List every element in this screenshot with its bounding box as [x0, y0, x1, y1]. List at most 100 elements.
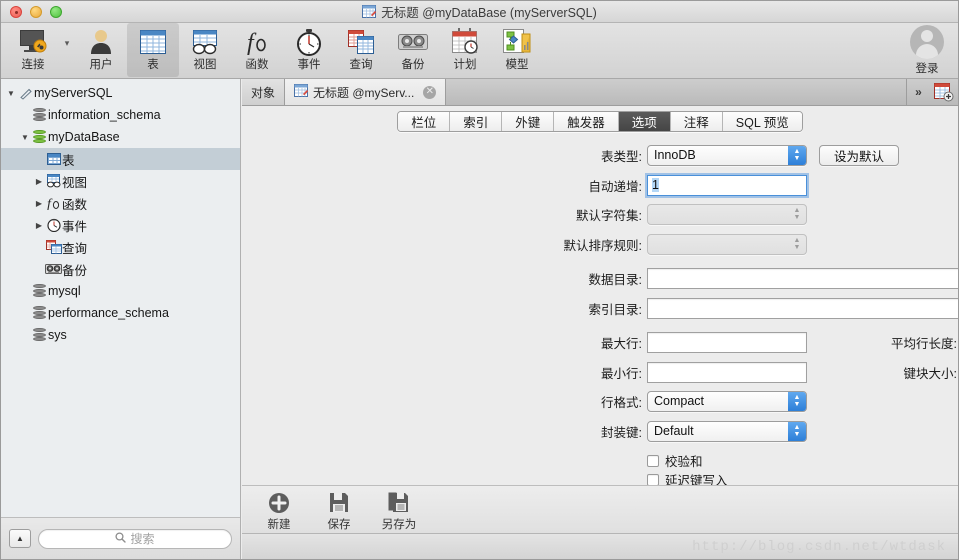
- sidebar: ▼ myServerSQL information_schema ▼ myDataBas…: [1, 79, 241, 559]
- tree-item[interactable]: ▼ myDataBase: [1, 126, 240, 148]
- designer-tab-5[interactable]: 注释: [670, 111, 723, 131]
- designer-tab-6[interactable]: SQL 预览: [722, 111, 802, 131]
- toolbar-label-function: 函数: [245, 59, 269, 71]
- min-rows-input[interactable]: [647, 361, 807, 383]
- designer-tab-4[interactable]: 选项: [618, 111, 671, 131]
- tree-item[interactable]: sys: [1, 324, 240, 346]
- toolbar-label-user: 用户: [89, 59, 113, 71]
- tree-item[interactable]: ▶ 视图: [1, 170, 240, 192]
- tree-item-label: 备份: [62, 263, 88, 278]
- toolbar-item-table[interactable]: 表: [127, 23, 179, 77]
- field-row-row-format: 行格式: Compact ▲ ▼: [242, 390, 807, 412]
- save-as-button[interactable]: 另存为: [376, 490, 422, 532]
- checksum-checkbox-row[interactable]: 校验和: [647, 451, 703, 470]
- row-format-value: Compact: [654, 394, 705, 408]
- segmented-control[interactable]: 栏位 索引 外键 触发器 选项 注释 SQL 预览: [397, 110, 803, 132]
- toolbar-label-view: 视图: [193, 59, 217, 71]
- designer-tabs: 栏位 索引 外键 触发器 选项 注释 SQL 预览: [242, 106, 958, 136]
- auto-increment-input[interactable]: 1: [647, 174, 807, 196]
- avatar-icon: [910, 25, 944, 59]
- toolbar-item-schedule[interactable]: 计划: [439, 23, 491, 77]
- checksum-checkbox[interactable]: [647, 454, 659, 467]
- tab-objects[interactable]: 对象: [242, 79, 286, 105]
- designer-tab-2[interactable]: 外键: [502, 111, 555, 131]
- save-button[interactable]: 保存: [316, 490, 362, 532]
- search-input[interactable]: 搜索: [38, 528, 232, 549]
- delay-key-write-checkbox[interactable]: [647, 473, 659, 486]
- tab-table-designer[interactable]: 无标题 @myServ... ✕: [285, 79, 447, 105]
- max-rows-input[interactable]: [647, 331, 807, 353]
- tab-table-designer-label: 无标题 @myServ...: [313, 85, 415, 100]
- collapse-icon[interactable]: ▲: [9, 529, 31, 548]
- toolbar-label-query: 查询: [349, 59, 373, 71]
- tree-item-label: 表: [62, 153, 75, 168]
- new-table-icon[interactable]: [930, 79, 958, 105]
- chevron-down-icon[interactable]: ▼: [19, 133, 31, 142]
- toolbar-item-user[interactable]: 用户: [75, 23, 127, 77]
- tree-item[interactable]: ▼ myServerSQL: [1, 82, 240, 104]
- tree-item[interactable]: performance_schema: [1, 302, 240, 324]
- backup-icon: [397, 26, 429, 58]
- designer-tab-0[interactable]: 栏位: [398, 111, 451, 131]
- table-doc-icon: [362, 5, 377, 18]
- chevron-right-icon[interactable]: ▶: [33, 177, 45, 186]
- pack-keys-select[interactable]: Default ▲ ▼: [647, 420, 807, 442]
- toolbar-item-event[interactable]: 事件: [283, 23, 335, 77]
- database-green-icon: [31, 130, 48, 144]
- field-row-data-directory: 数据目录: ...: [242, 267, 958, 289]
- toolbar-label-table: 表: [147, 59, 159, 71]
- default-charset-select[interactable]: ▲ ▼: [647, 203, 807, 225]
- tree-item[interactable]: 表: [1, 148, 240, 170]
- chevron-down-icon[interactable]: ▾: [59, 23, 75, 77]
- designer-tab-3[interactable]: 触发器: [554, 111, 619, 131]
- account-button[interactable]: 登录: [910, 25, 944, 76]
- search-placeholder: 搜索: [130, 532, 155, 546]
- chevron-right-icon[interactable]: ▶: [33, 221, 45, 230]
- designer-tab-1[interactable]: 索引: [450, 111, 503, 131]
- add-icon: [268, 490, 290, 515]
- tree-item[interactable]: 查询: [1, 236, 240, 258]
- tree-item-label: performance_schema: [48, 306, 169, 320]
- tree-item[interactable]: information_schema: [1, 104, 240, 126]
- tree-item[interactable]: ▶ f 函数: [1, 192, 240, 214]
- toolbar-item-query[interactable]: 查询: [335, 23, 387, 77]
- data-directory-label: 数据目录:: [588, 272, 642, 287]
- data-directory-input[interactable]: [647, 267, 958, 289]
- field-row-max-rows: 最大行: 平均行长度:: [242, 331, 958, 353]
- stepper-arrows-icon: ▲ ▼: [788, 391, 806, 411]
- tree-item[interactable]: 备份: [1, 258, 240, 280]
- toolbar-label-event: 事件: [297, 59, 321, 71]
- set-default-button[interactable]: 设为默认: [819, 144, 900, 166]
- max-rows-label: 最大行:: [601, 336, 642, 351]
- default-collation-select[interactable]: ▲ ▼: [647, 233, 807, 255]
- field-row-pack-keys: 封装键: Default ▲ ▼: [242, 420, 807, 442]
- default-collation-label: 默认排序规则:: [563, 238, 642, 253]
- toolbar-item-backup[interactable]: 备份: [387, 23, 439, 77]
- chevron-down-icon[interactable]: ▼: [5, 89, 17, 98]
- document-tab-strip: 对象 无标题 @myServ... ✕ »: [242, 79, 958, 106]
- chevron-right-icon[interactable]: ▶: [33, 199, 45, 208]
- schedule-icon: [450, 26, 480, 58]
- toolbar-item-view[interactable]: 视图: [179, 23, 231, 77]
- tree-item[interactable]: ▶ 事件: [1, 214, 240, 236]
- tree-item[interactable]: mysql: [1, 280, 240, 302]
- stepper-arrows-icon: ▲ ▼: [788, 421, 806, 441]
- toolbar-item-connect[interactable]: 连接: [7, 23, 59, 77]
- avg-row-length-label: 平均行长度:: [891, 336, 957, 351]
- row-format-select[interactable]: Compact ▲ ▼: [647, 390, 807, 412]
- model-icon: [502, 26, 532, 58]
- svg-text:f: f: [247, 30, 257, 56]
- toolbar-item-function[interactable]: f 函数: [231, 23, 283, 77]
- tree-item-label: 查询: [62, 241, 88, 256]
- new-button[interactable]: 新建: [256, 490, 302, 532]
- chevron-right-double-icon[interactable]: »: [906, 79, 930, 105]
- window-title-text: 无标题 @myDataBase (myServerSQL): [381, 6, 597, 20]
- close-icon[interactable]: ✕: [423, 85, 437, 99]
- index-directory-input[interactable]: [647, 297, 958, 319]
- table-type-select[interactable]: InnoDB ▲ ▼: [647, 144, 807, 166]
- tree-item-label: myServerSQL: [34, 86, 113, 100]
- field-row-auto-increment: 自动递增: 1: [242, 174, 807, 196]
- toolbar-item-model[interactable]: 模型: [491, 23, 543, 77]
- object-tree[interactable]: ▼ myServerSQL information_schema ▼ myDataBas…: [1, 79, 240, 517]
- table-type-value: InnoDB: [654, 148, 696, 162]
